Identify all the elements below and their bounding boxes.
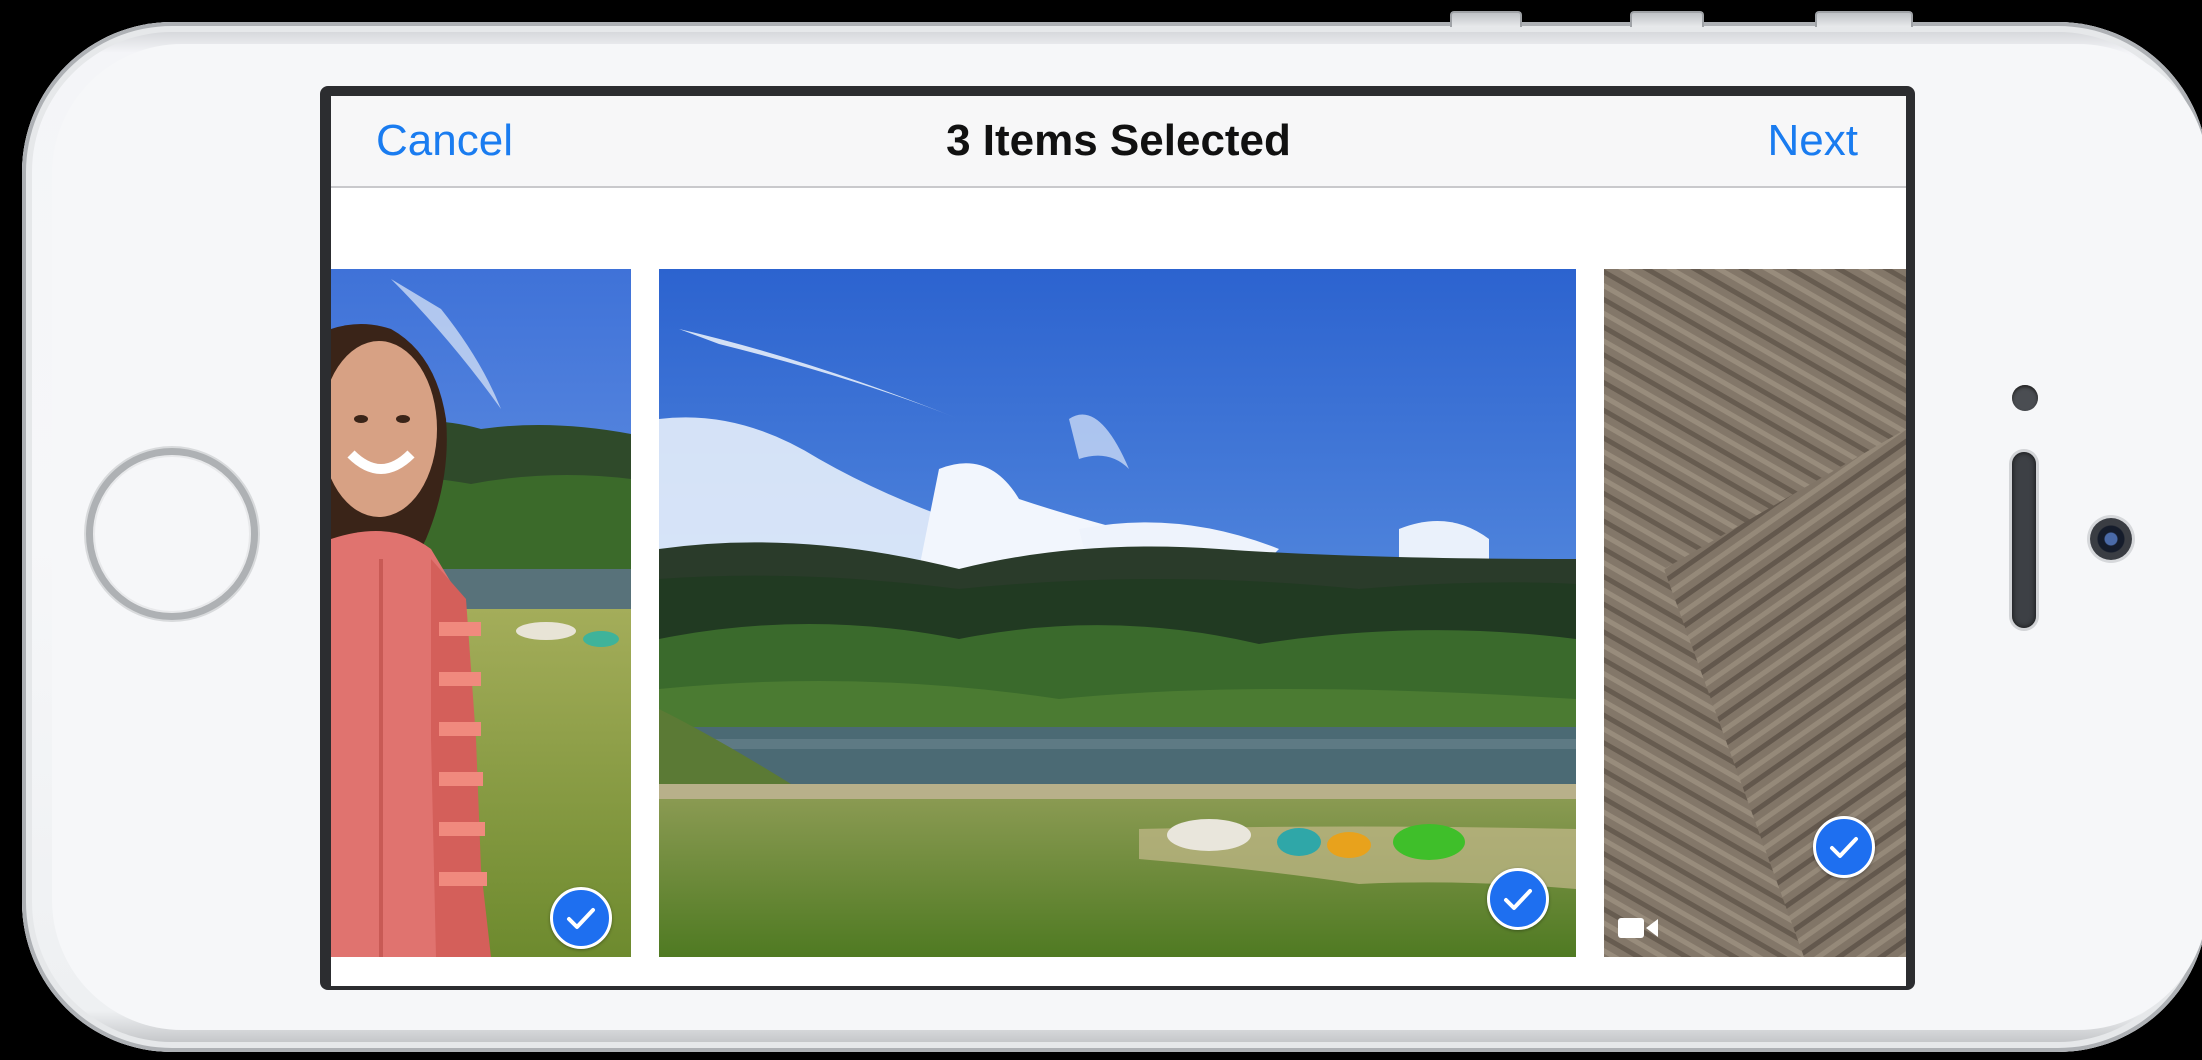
photo-river-image bbox=[659, 269, 1576, 957]
volume-button bbox=[1630, 11, 1704, 27]
display: Cancel 3 Items Selected Next bbox=[331, 96, 1906, 986]
navigation-bar: Cancel 3 Items Selected Next bbox=[331, 96, 1906, 188]
photo-girl-image bbox=[331, 269, 631, 957]
checkmark-circle-icon[interactable] bbox=[550, 887, 612, 949]
checkmark-circle-icon[interactable] bbox=[1813, 816, 1875, 878]
volume-button bbox=[1450, 11, 1522, 27]
next-button[interactable]: Next bbox=[1768, 116, 1858, 166]
video-camera-icon bbox=[1618, 916, 1660, 945]
video-thumbnail[interactable] bbox=[1604, 269, 1906, 957]
sleep-button bbox=[1815, 11, 1913, 27]
proximity-sensor bbox=[2012, 385, 2038, 411]
home-button[interactable] bbox=[86, 448, 258, 620]
photo-thumbnail[interactable] bbox=[659, 269, 1576, 957]
page-title: 3 Items Selected bbox=[946, 116, 1291, 165]
photo-thumbnail[interactable] bbox=[331, 269, 631, 957]
checkmark-circle-icon[interactable] bbox=[1487, 868, 1549, 930]
front-camera bbox=[2090, 518, 2132, 560]
earpiece-speaker bbox=[2012, 452, 2036, 628]
